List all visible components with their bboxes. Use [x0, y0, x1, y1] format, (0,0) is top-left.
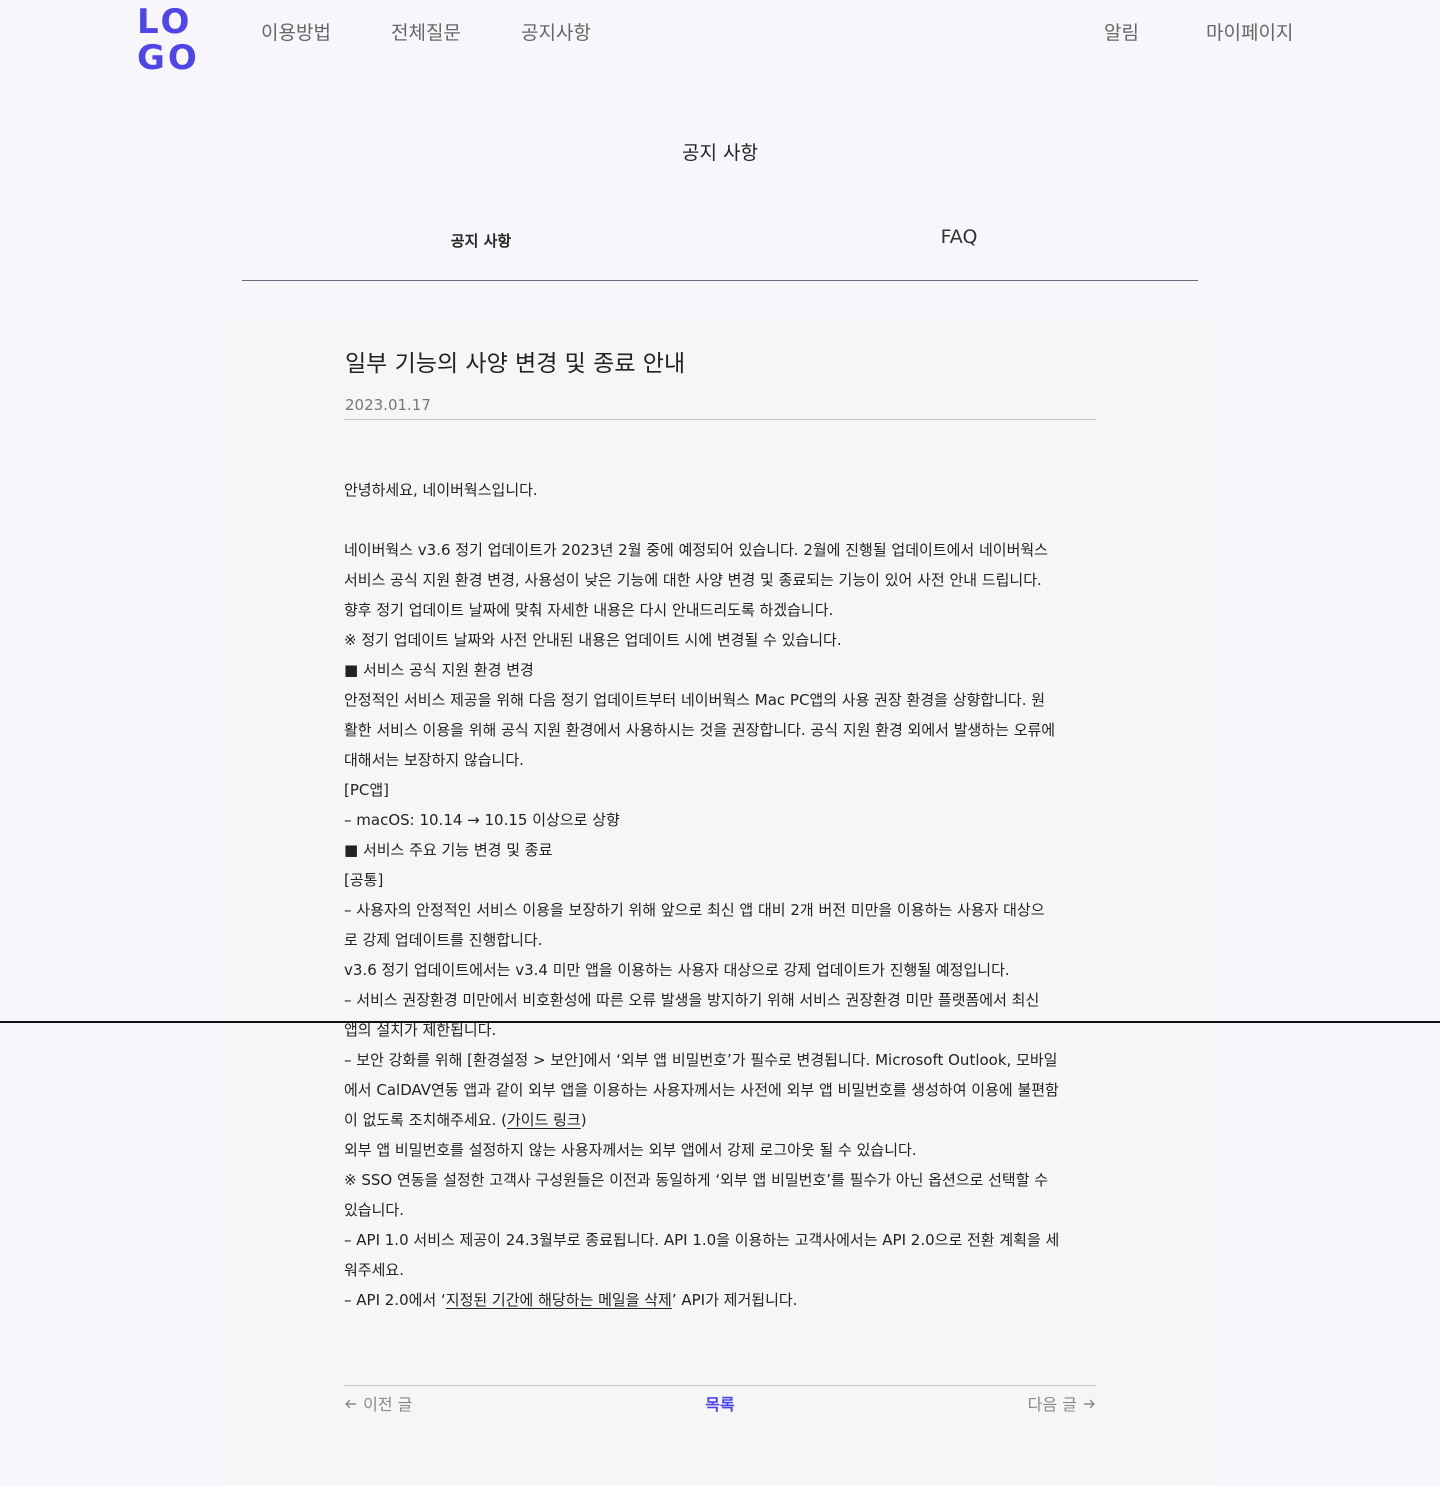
body-line: ※ 정기 업데이트 날짜와 사전 안내된 내용은 업데이트 시에 변경될 수 있…	[344, 631, 842, 649]
body-line: ■ 서비스 주요 기능 변경 및 종료	[344, 841, 553, 859]
body-line: [PC앱]	[344, 781, 390, 799]
body-line: 서비스 공식 지원 환경 변경, 사용성이 낮은 기능에 대한 사양 변경 및 …	[344, 571, 1042, 589]
body-line: – 사용자의 안정적인 서비스 이용을 보장하기 위해 앞으로 최신 앱 대비 …	[344, 901, 1045, 919]
post-date: 2023.01.17	[345, 396, 431, 414]
body-line: ※ SSO 연동을 설정한 고객사 구성원들은 이전과 동일하게 ‘외부 앱 비…	[344, 1171, 1049, 1189]
list-button[interactable]: 목록	[0, 1394, 1440, 1416]
body-line: [공통]	[344, 871, 384, 889]
nav-item-how-to-use[interactable]: 이용방법	[261, 20, 331, 46]
nav-item-mypage[interactable]: 마이페이지	[1206, 20, 1293, 46]
logo-line-1: LO	[137, 2, 193, 42]
body-line: 향후 정기 업데이트 날짜에 맞춰 자세한 내용은 다시 안내드리도록 하겠습니…	[344, 601, 834, 619]
tab-faq[interactable]: FAQ	[720, 226, 1198, 248]
nav-item-notifications[interactable]: 알림	[1104, 20, 1139, 46]
tab-notice[interactable]: 공지 사항	[242, 230, 720, 251]
nav-item-all-questions[interactable]: 전체질문	[391, 20, 461, 46]
body-line: 워주세요.	[344, 1261, 404, 1279]
horizontal-divider	[0, 1021, 1440, 1023]
body-line: 있습니다.	[344, 1201, 404, 1219]
body-line: 에서 CalDAV연동 앱과 같이 외부 앱을 이용하는 사용자께서는 사전에 …	[344, 1081, 1059, 1099]
arrow-right-icon	[1084, 1399, 1095, 1409]
body-line-guide: 이 없도록 조치해주세요. (가이드 링크)	[344, 1105, 1104, 1135]
post-title: 일부 기능의 사양 변경 및 종료 안내	[345, 351, 686, 377]
body-line: – macOS: 10.14 → 10.15 이상으로 상향	[344, 811, 620, 829]
logo[interactable]: LO GO	[137, 4, 197, 76]
next-post-label: 다음 글	[1027, 1395, 1077, 1414]
page-title: 공지 사항	[682, 142, 758, 164]
logo-line-2: GO	[137, 38, 200, 78]
guide-link[interactable]: 가이드 링크	[507, 1111, 581, 1129]
nav-item-notices[interactable]: 공지사항	[521, 20, 591, 46]
next-post-button[interactable]: 다음 글	[1028, 1394, 1096, 1416]
pager-divider	[344, 1385, 1096, 1386]
body-line: – API 1.0 서비스 제공이 24.3월부로 종료됩니다. API 1.0…	[344, 1231, 1060, 1249]
body-line: 대해서는 보장하지 않습니다.	[344, 751, 524, 769]
body-line: 안정적인 서비스 제공을 위해 다음 정기 업데이트부터 네이버웍스 Mac P…	[344, 691, 1046, 709]
body-line: 외부 앱 비밀번호를 설정하지 않는 사용자께서는 외부 앱에서 강제 로그아웃…	[344, 1141, 917, 1159]
delete-mail-api-link[interactable]: 지정된 기간에 해당하는 메일을 삭제	[446, 1291, 672, 1309]
body-line: ■ 서비스 공식 지원 환경 변경	[344, 661, 534, 679]
title-divider	[344, 419, 1096, 420]
body-line: v3.6 정기 업데이트에서는 v3.4 미만 앱을 이용하는 사용자 대상으로…	[344, 961, 1010, 979]
guide-text-before: 이 없도록 조치해주세요. (	[344, 1111, 507, 1129]
body-line-api: – API 2.0에서 ‘지정된 기간에 해당하는 메일을 삭제’ API가 제…	[344, 1285, 1104, 1315]
body-line: 앱의 설치가 제한됩니다.	[344, 1021, 497, 1039]
guide-text-after: )	[580, 1111, 587, 1129]
body-line: 안녕하세요, 네이버웍스입니다.	[344, 481, 538, 499]
post-body: 안녕하세요, 네이버웍스입니다. 네이버웍스 v3.6 정기 업데이트가 202…	[344, 475, 1104, 1315]
body-line: 네이버웍스 v3.6 정기 업데이트가 2023년 2월 중에 예정되어 있습니…	[344, 541, 1048, 559]
body-line	[344, 505, 1104, 535]
api-text-before: – API 2.0에서 ‘	[344, 1291, 446, 1309]
body-line: 활한 서비스 이용을 위해 공식 지원 환경에서 사용하시는 것을 권장합니다.…	[344, 721, 1056, 739]
body-line: 로 강제 업데이트를 진행합니다.	[344, 931, 543, 949]
body-line: – 서비스 권장환경 미만에서 비호환성에 따른 오류 발생을 방지하기 위해 …	[344, 991, 1040, 1009]
body-line: – 보안 강화를 위해 [환경설정 > 보안]에서 ‘외부 앱 비밀번호’가 필…	[344, 1051, 1058, 1069]
api-text-after: ’ API가 제거됩니다.	[671, 1291, 798, 1309]
tab-bar: 공지 사항 FAQ	[242, 222, 1198, 281]
